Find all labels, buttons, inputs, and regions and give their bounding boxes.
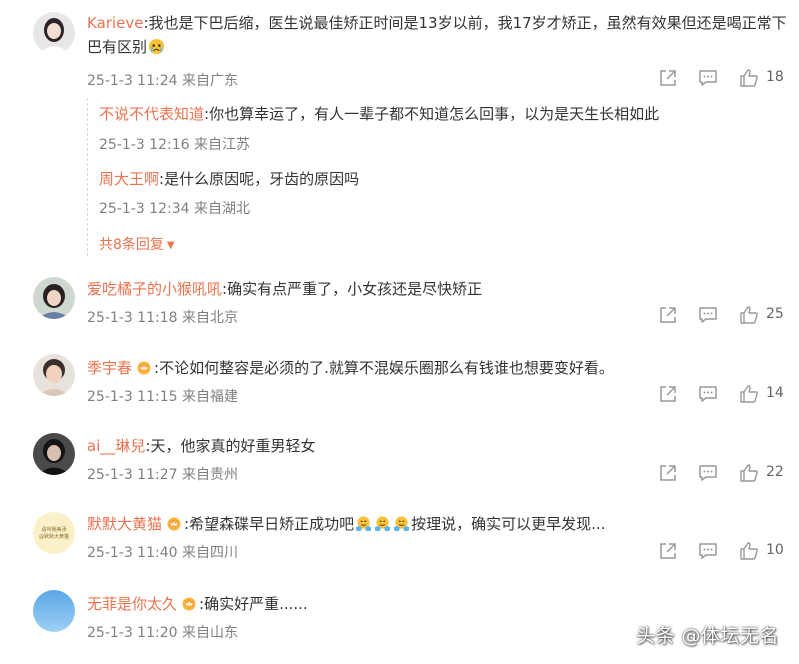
reply-meta: 25-1-3 12:34 来自湖北 — [99, 198, 250, 218]
comment-icon[interactable] — [698, 384, 718, 404]
like-count: 25 — [766, 306, 784, 322]
comment-text: ai__琳兒:天，他家真的好重男轻女 — [87, 434, 787, 458]
comment-text: 爱吃橘子的小猴吼吼:确实有点严重了，小女孩还是尽快矫正 — [87, 277, 787, 301]
share-icon[interactable] — [658, 305, 678, 325]
reply-text: 不说不代表知道:你也算幸运了，有人一辈子都不知道怎么回事，以为是天生长相如此 — [99, 103, 659, 125]
comment-body: 确实好严重...... — [204, 595, 308, 613]
like-count: 14 — [766, 385, 784, 401]
reply-body: 你也算幸运了，有人一辈子都不知道怎么回事，以为是天生长相如此 — [209, 105, 660, 123]
share-icon[interactable] — [658, 541, 678, 561]
comment-actions: 25 — [0, 305, 799, 327]
comment-body: 希望森碟早日矫正成功吧 — [189, 515, 355, 533]
comment-icon[interactable] — [698, 541, 718, 561]
avatar[interactable] — [33, 12, 75, 54]
comment-text: 无菲是你太久:确实好严重...... — [87, 592, 787, 616]
like-icon[interactable] — [739, 463, 759, 483]
comment-body: 天，他家真的好重男轻女 — [150, 437, 316, 455]
comment-icon[interactable] — [698, 68, 718, 88]
username[interactable]: 无菲是你太久 — [87, 595, 177, 613]
comment-actions: 14 — [0, 384, 799, 406]
username[interactable]: 周大王啊 — [99, 170, 159, 188]
location: 来自湖北 — [193, 201, 250, 217]
share-icon[interactable] — [658, 68, 678, 88]
like-count: 18 — [766, 69, 784, 85]
username[interactable]: 季宇春 — [87, 359, 132, 377]
comment-meta: 25-1-3 11:20 来自山东 — [87, 622, 238, 642]
comment-text: 季宇春:不论如何整容是必须的了.就算不混娱乐圈那么有钱谁也想要变好看。 — [87, 356, 787, 380]
avatar[interactable] — [33, 590, 75, 632]
crown-badge-icon — [136, 358, 152, 375]
location: 来自山东 — [181, 625, 238, 641]
comment-body-continued: 按理说，确实可以更早发现... — [411, 515, 606, 533]
avatar-text: 请叫我美汤 — [41, 526, 66, 533]
hugging-face-emoji — [393, 515, 410, 532]
timestamp: 25-1-3 12:16 — [99, 137, 190, 153]
location: 来自江苏 — [193, 137, 250, 153]
like-count: 22 — [766, 464, 784, 480]
username[interactable]: 不说不代表知道 — [99, 105, 204, 123]
comment-actions: 10 — [0, 541, 799, 563]
comment-body: 不论如何整容是必须的了.就算不混娱乐圈那么有钱谁也想要变好看。 — [159, 359, 614, 377]
comment-body: 我也是下巴后缩，医生说最佳矫正时间是13岁以前，我17岁才矫正，虽然有效果但还是… — [87, 14, 787, 56]
like-icon[interactable] — [739, 384, 759, 404]
reply-meta: 25-1-3 12:16 来自江苏 — [99, 134, 250, 154]
avatar-text: @默默大黄猫 — [39, 533, 69, 540]
crown-badge-icon — [166, 514, 182, 531]
like-icon[interactable] — [739, 68, 759, 88]
username[interactable]: 默默大黄猫 — [87, 515, 162, 533]
username[interactable]: ai__琳兒 — [87, 437, 145, 455]
crown-badge-icon — [181, 594, 197, 611]
caret-down-icon: ▼ — [166, 240, 175, 251]
comment-icon[interactable] — [698, 305, 718, 325]
username[interactable]: Karieve — [87, 14, 143, 32]
hugging-face-emoji — [374, 515, 391, 532]
comment-text: 默默大黄猫:希望森碟早日矫正成功吧 按理说，确实可以更早发现... — [87, 512, 787, 536]
more-replies-link[interactable]: 共8条回复 ▼ — [99, 234, 175, 254]
comment-body: 确实有点严重了，小女孩还是尽快矫正 — [227, 280, 483, 298]
reply-text: 周大王啊:是什么原因呢，牙齿的原因吗 — [99, 168, 359, 190]
more-replies-label: 共8条回复 — [99, 237, 164, 253]
crying-face-emoji — [148, 38, 165, 55]
like-icon[interactable] — [739, 305, 759, 325]
comment-actions: 22 — [0, 463, 799, 485]
watermark: 头条 @体坛无名 — [636, 625, 780, 647]
like-count: 10 — [766, 542, 784, 558]
reply-thread: 不说不代表知道:你也算幸运了，有人一辈子都不知道怎么回事，以为是天生长相如此 2… — [87, 98, 787, 258]
share-icon[interactable] — [658, 384, 678, 404]
hugging-face-emoji — [355, 515, 372, 532]
username[interactable]: 爱吃橘子的小猴吼吼 — [87, 280, 222, 298]
comment-actions: 18 — [0, 68, 799, 90]
like-icon[interactable] — [739, 541, 759, 561]
comment-text: Karieve:我也是下巴后缩，医生说最佳矫正时间是13岁以前，我17岁才矫正，… — [87, 11, 787, 59]
timestamp: 25-1-3 11:20 — [87, 625, 178, 641]
timestamp: 25-1-3 12:34 — [99, 201, 190, 217]
comment-icon[interactable] — [698, 463, 718, 483]
reply-body: 是什么原因呢，牙齿的原因吗 — [164, 170, 360, 188]
reply-divider — [87, 98, 88, 256]
share-icon[interactable] — [658, 463, 678, 483]
